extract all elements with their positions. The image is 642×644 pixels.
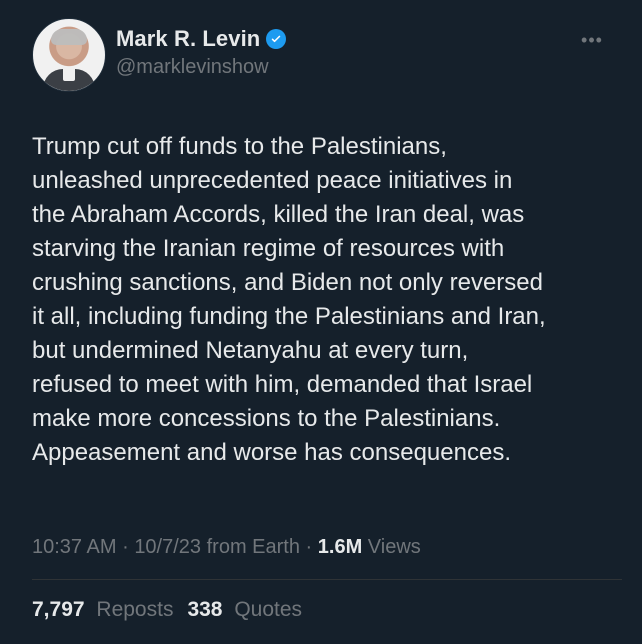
quotes-label: Quotes xyxy=(234,598,303,621)
divider xyxy=(32,579,622,580)
avatar[interactable] xyxy=(32,18,106,92)
reposts-stat[interactable]: 7,797 Reposts xyxy=(32,598,173,622)
meta-separator: · xyxy=(122,536,129,558)
verified-badge-icon xyxy=(266,29,287,49)
tweet-date[interactable]: 10/7/23 xyxy=(134,536,201,558)
tweet-time[interactable]: 10:37 AM xyxy=(32,536,117,558)
quotes-stat[interactable]: 338 Quotes xyxy=(187,598,302,622)
tweet-text: Trump cut off funds to the Palestinians,… xyxy=(32,133,546,466)
handle[interactable]: @marklevinshow xyxy=(116,56,286,79)
views-count: 1.6M xyxy=(317,536,363,558)
reposts-label: Reposts xyxy=(96,598,174,621)
tweet-meta: 10:37 AM · 10/7/23 from Earth · 1.6M Vie… xyxy=(32,536,421,559)
tweet-stats: 7,797 Reposts 338 Quotes xyxy=(32,598,302,622)
tweet-source: from Earth xyxy=(206,536,300,558)
views-label: Views xyxy=(367,536,421,558)
more-horizontal-icon[interactable]: ••• xyxy=(576,30,608,50)
avatar-collar xyxy=(63,67,75,81)
user-names: Mark R. Levin @marklevinshow xyxy=(116,26,287,79)
quotes-count: 338 xyxy=(187,598,223,621)
meta-separator: · xyxy=(305,536,313,558)
display-name[interactable]: Mark R. Levin xyxy=(116,26,260,52)
avatar-hair xyxy=(51,29,87,45)
checkmark-icon xyxy=(272,35,281,43)
name-row: Mark R. Levin xyxy=(116,26,287,52)
reposts-count: 7,797 xyxy=(32,598,85,621)
tweet-header: Mark R. Levin @marklevinshow ••• xyxy=(32,18,622,92)
